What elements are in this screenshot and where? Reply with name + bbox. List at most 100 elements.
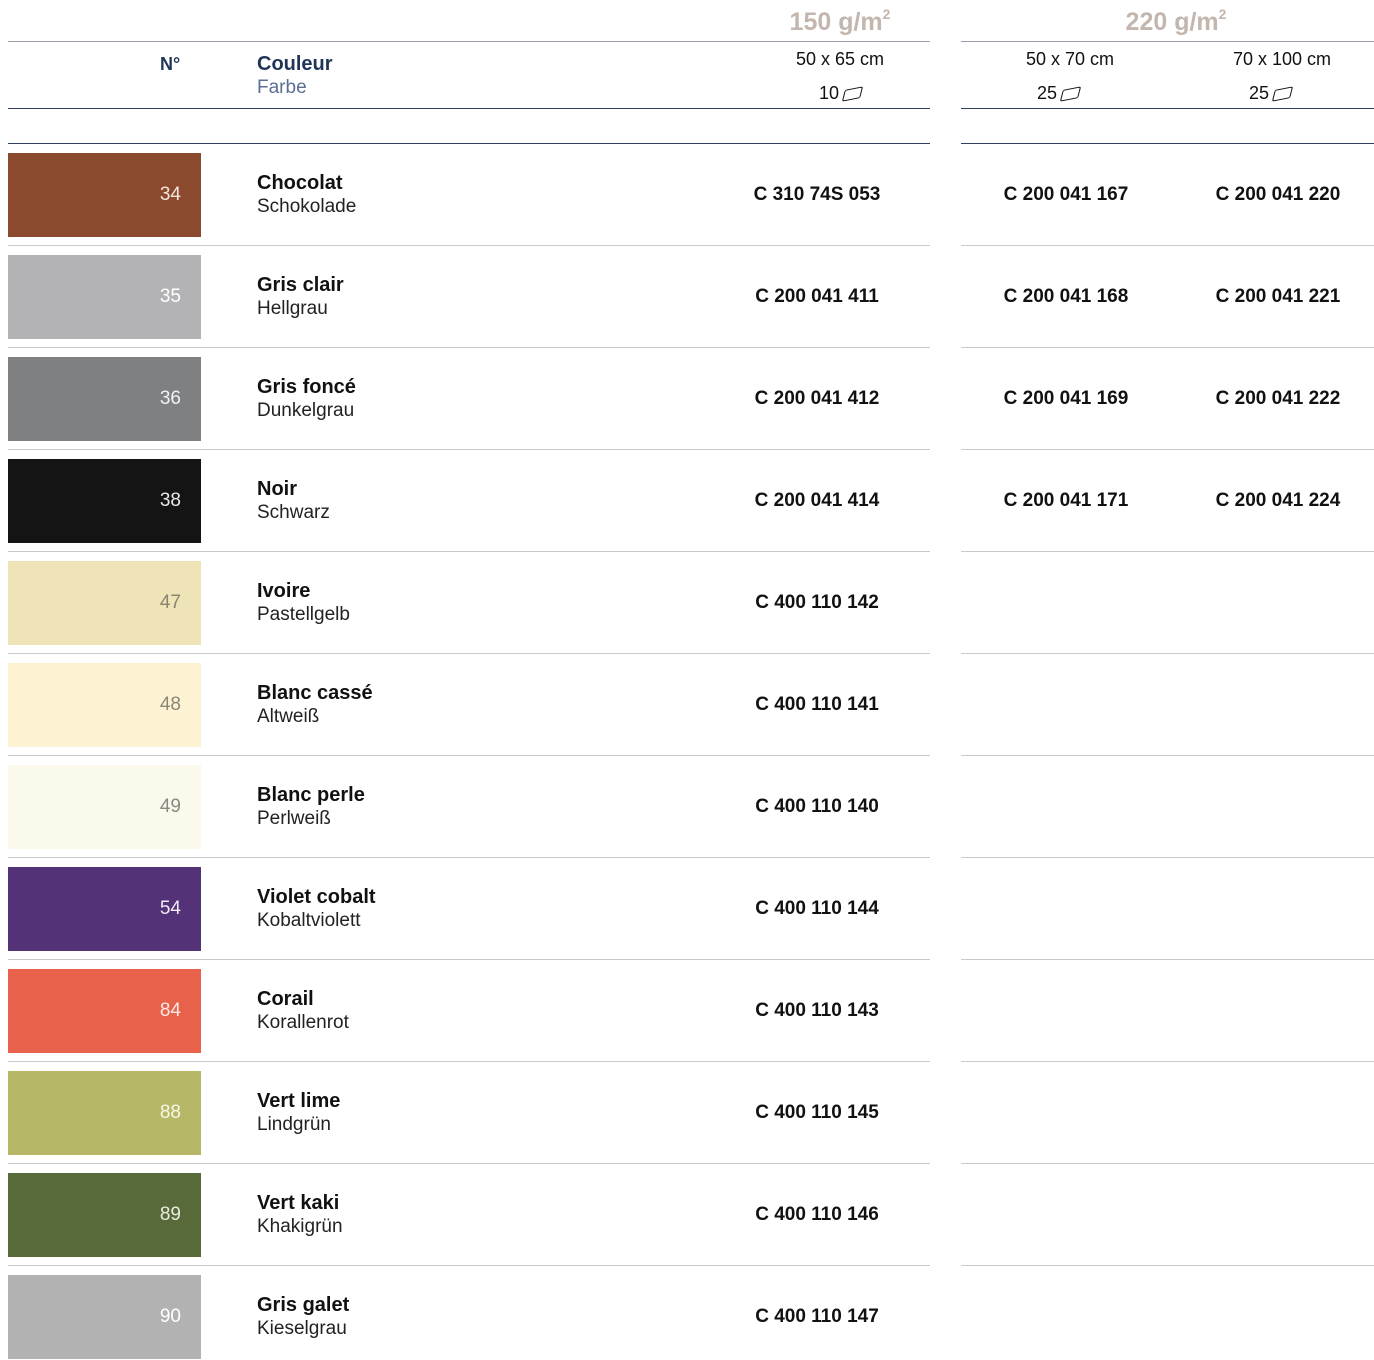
color-name-fr: Corail xyxy=(257,988,314,1010)
color-number: 48 xyxy=(159,694,181,715)
color-swatch: 88 xyxy=(8,1071,201,1155)
row-divider xyxy=(8,551,930,552)
color-swatch: 38 xyxy=(8,459,201,543)
header-top-rule-right xyxy=(961,41,1374,42)
code-150-50x65: C 200 041 414 xyxy=(754,490,880,511)
weight-150-heading: 150 g/m2 xyxy=(740,6,940,37)
code-220-50x70: C 200 041 169 xyxy=(1003,388,1129,409)
color-number: 88 xyxy=(159,1102,181,1123)
row-divider xyxy=(8,857,930,858)
code-220-70x100: C 200 041 220 xyxy=(1215,184,1341,205)
code-150-50x65: C 400 110 146 xyxy=(755,1204,879,1225)
format-size-50x70: 50 x 70 cm xyxy=(1025,49,1115,69)
color-name-fr: Ivoire xyxy=(257,580,311,602)
format-qty-50x70: 25 xyxy=(958,83,1158,104)
code-150-50x65: C 400 110 141 xyxy=(755,694,879,715)
row-divider xyxy=(8,1163,930,1164)
color-swatch: 36 xyxy=(8,357,201,441)
color-name-de: Hellgrau xyxy=(257,298,328,319)
code-150-50x65: C 200 041 411 xyxy=(755,286,879,307)
format-qty-50x65: 10 xyxy=(740,83,940,104)
format-qty-70x100: 25 xyxy=(1170,83,1370,104)
color-number: 54 xyxy=(159,898,181,919)
row-divider xyxy=(961,1061,1374,1062)
row-divider xyxy=(961,1265,1374,1266)
table-top-rule-left xyxy=(8,143,930,144)
row-divider xyxy=(961,1163,1374,1164)
row-divider xyxy=(8,755,930,756)
color-swatch: 48 xyxy=(8,663,201,747)
color-swatch: 54 xyxy=(8,867,201,951)
row-divider xyxy=(961,857,1374,858)
color-name-fr: Gris galet xyxy=(257,1294,350,1316)
weight-150-text: 150 g/m xyxy=(789,8,883,36)
code-150-50x65: C 200 041 412 xyxy=(754,388,880,409)
row-divider xyxy=(961,449,1374,450)
code-150-50x65: C 400 110 147 xyxy=(755,1306,879,1327)
color-name-fr: Blanc perle xyxy=(257,784,365,806)
code-220-70x100: C 200 041 224 xyxy=(1215,490,1341,511)
color-name-de: Schokolade xyxy=(257,196,357,217)
row-divider xyxy=(8,1265,930,1266)
color-name-fr: Vert kaki xyxy=(257,1192,340,1214)
couleur-header: Couleur xyxy=(257,53,333,75)
weight-150-sup: 2 xyxy=(882,6,891,22)
row-divider xyxy=(961,347,1374,348)
color-name-fr: Noir xyxy=(257,478,297,500)
color-swatch: 34 xyxy=(8,153,201,237)
color-number: 89 xyxy=(159,1204,181,1225)
color-number: 90 xyxy=(159,1306,181,1327)
row-divider xyxy=(8,245,930,246)
weight-220-text: 220 g/m xyxy=(1125,8,1219,36)
color-name-de: Dunkelgrau xyxy=(257,400,355,421)
row-divider xyxy=(961,755,1374,756)
qty-value: 10 xyxy=(818,83,840,103)
row-divider xyxy=(8,449,930,450)
code-150-50x65: C 400 110 144 xyxy=(755,898,879,919)
color-name-fr: Chocolat xyxy=(257,172,343,194)
row-divider xyxy=(961,959,1374,960)
ream-icon xyxy=(1271,86,1294,102)
ream-icon xyxy=(841,86,864,102)
qty-value: 25 xyxy=(1036,83,1058,103)
color-number: 36 xyxy=(159,388,181,409)
code-150-50x65: C 310 74S 053 xyxy=(753,184,881,205)
color-name-de: Lindgrün xyxy=(257,1114,331,1135)
color-name-de: Khakigrün xyxy=(257,1216,343,1237)
color-name-de: Schwarz xyxy=(257,502,330,523)
color-swatch: 89 xyxy=(8,1173,201,1257)
qty-value: 25 xyxy=(1248,83,1270,103)
color-name-de: Kieselgrau xyxy=(257,1318,347,1339)
color-number: 35 xyxy=(159,286,181,307)
weight-220-heading: 220 g/m2 xyxy=(1076,6,1276,37)
color-name-fr: Gris clair xyxy=(257,274,344,296)
code-150-50x65: C 400 110 140 xyxy=(755,796,879,817)
color-number: 47 xyxy=(159,592,181,613)
code-150-50x65: C 400 110 145 xyxy=(755,1102,879,1123)
code-150-50x65: C 400 110 143 xyxy=(755,1000,879,1021)
format-size-70x100: 70 x 100 cm xyxy=(1232,49,1332,69)
color-name-fr: Violet cobalt xyxy=(257,886,376,908)
color-name-de: Perlweiß xyxy=(257,808,331,829)
code-150-50x65: C 400 110 142 xyxy=(755,592,879,613)
row-divider xyxy=(961,245,1374,246)
color-name-de: Pastellgelb xyxy=(257,604,350,625)
ream-icon xyxy=(1059,86,1082,102)
color-number: 49 xyxy=(159,796,181,817)
no-header: N° xyxy=(160,54,181,74)
format-size-50x65: 50 x 65 cm xyxy=(795,49,885,69)
color-name-de: Korallenrot xyxy=(257,1012,349,1033)
row-divider xyxy=(8,959,930,960)
color-name-fr: Vert lime xyxy=(257,1090,341,1112)
color-swatch: 47 xyxy=(8,561,201,645)
farbe-header: Farbe xyxy=(257,77,307,98)
color-name-fr: Blanc cassé xyxy=(257,682,373,704)
weight-220-sup: 2 xyxy=(1218,6,1227,22)
color-number: 84 xyxy=(159,1000,181,1021)
header-bottom-rule-right xyxy=(961,108,1374,109)
table-top-rule-right xyxy=(961,143,1374,144)
color-number: 38 xyxy=(159,490,181,511)
row-divider xyxy=(8,653,930,654)
header-bottom-rule-left xyxy=(8,108,930,109)
color-name-fr: Gris foncé xyxy=(257,376,356,398)
